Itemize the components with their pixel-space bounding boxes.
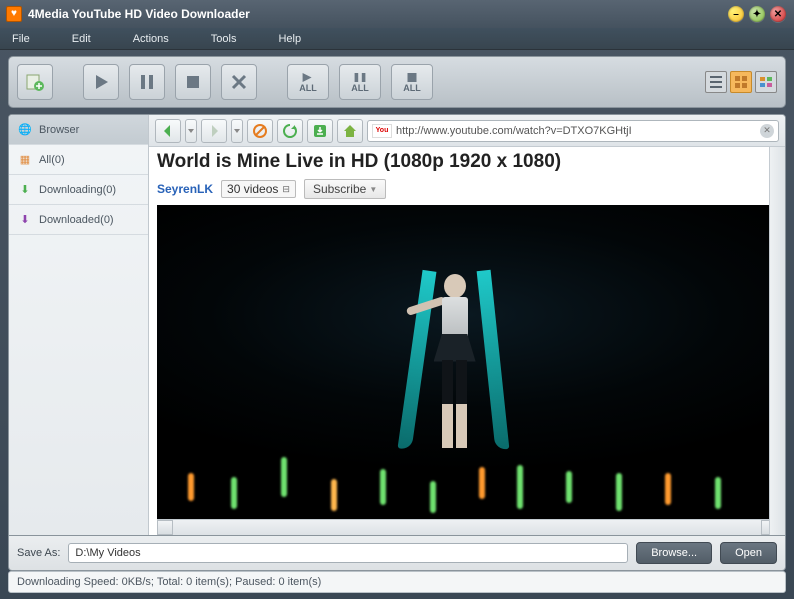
- sidebar-item-label: Downloading(0): [39, 184, 116, 196]
- browse-button[interactable]: Browse...: [636, 542, 712, 564]
- pause-all-label: ALL: [351, 83, 369, 93]
- vertical-scrollbar[interactable]: [769, 147, 785, 535]
- sidebar: 🌐 Browser ▦ All(0) ⬇ Downloading(0) ⬇ Do…: [9, 115, 149, 535]
- youtube-favicon-icon: You: [372, 124, 392, 138]
- url-input[interactable]: [396, 125, 756, 137]
- stop-all-label: ALL: [403, 83, 421, 93]
- minimize-button[interactable]: –: [728, 6, 744, 22]
- play-button[interactable]: [83, 64, 119, 100]
- horizontal-scrollbar[interactable]: [157, 519, 777, 535]
- url-clear-button[interactable]: ✕: [760, 124, 774, 138]
- view-grid-button[interactable]: [730, 71, 752, 93]
- maximize-button[interactable]: ✦: [749, 6, 765, 22]
- dropdown-caret-icon: ▼: [369, 185, 377, 194]
- new-task-button[interactable]: [17, 64, 53, 100]
- subscribe-button[interactable]: Subscribe▼: [304, 179, 386, 199]
- view-thumb-button[interactable]: [755, 71, 777, 93]
- sidebar-item-downloading[interactable]: ⬇ Downloading(0): [9, 175, 148, 205]
- chevron-down-icon: ⊟: [282, 184, 290, 195]
- nav-back-menu[interactable]: [185, 119, 197, 143]
- titlebar: 4Media YouTube HD Video Downloader – ✦ ✕: [0, 0, 794, 28]
- pause-button[interactable]: [129, 64, 165, 100]
- save-path-input[interactable]: [68, 543, 628, 563]
- subscribe-label: Subscribe: [313, 182, 366, 196]
- sidebar-item-label: Downloaded(0): [39, 214, 114, 226]
- sidebar-item-downloaded[interactable]: ⬇ Downloaded(0): [9, 205, 148, 235]
- menu-actions[interactable]: Actions: [133, 33, 169, 45]
- play-all-button[interactable]: ALL: [287, 64, 329, 100]
- nav-forward-button[interactable]: [201, 119, 227, 143]
- url-bar[interactable]: You ✕: [367, 120, 779, 142]
- nav-forward-menu[interactable]: [231, 119, 243, 143]
- document-icon: ▦: [17, 152, 33, 168]
- downloaded-icon: ⬇: [17, 212, 33, 228]
- toolbar: ALL ALL ALL: [8, 56, 786, 108]
- play-all-label: ALL: [299, 83, 317, 93]
- channel-link[interactable]: SeyrenLK: [157, 182, 213, 196]
- remove-button[interactable]: [221, 64, 257, 100]
- pause-all-button[interactable]: ALL: [339, 64, 381, 100]
- nav-refresh-button[interactable]: [277, 119, 303, 143]
- app-icon: [6, 6, 22, 22]
- video-title: World is Mine Live in HD (1080p 1920 x 1…: [157, 151, 777, 173]
- browser-nav-bar: You ✕: [149, 115, 785, 147]
- close-button[interactable]: ✕: [770, 6, 786, 22]
- menubar: File Edit Actions Tools Help: [0, 28, 794, 50]
- nav-stop-button[interactable]: [247, 119, 273, 143]
- save-row: Save As: Browse... Open: [9, 536, 785, 570]
- sidebar-item-label: Browser: [39, 124, 79, 136]
- browser-icon: 🌐: [17, 122, 33, 138]
- save-as-label: Save As:: [17, 547, 60, 559]
- status-text: Downloading Speed: 0KB/s; Total: 0 item(…: [17, 576, 321, 588]
- nav-home-button[interactable]: [337, 119, 363, 143]
- video-count-dropdown[interactable]: 30 videos ⊟: [221, 180, 296, 198]
- open-button[interactable]: Open: [720, 542, 777, 564]
- downloading-icon: ⬇: [17, 182, 33, 198]
- menu-help[interactable]: Help: [278, 33, 301, 45]
- view-list-button[interactable]: [705, 71, 727, 93]
- nav-download-button[interactable]: [307, 119, 333, 143]
- nav-back-button[interactable]: [155, 119, 181, 143]
- sidebar-item-label: All(0): [39, 154, 65, 166]
- video-count-label: 30 videos: [227, 182, 278, 196]
- video-frame: [157, 205, 777, 519]
- status-bar: Downloading Speed: 0KB/s; Total: 0 item(…: [8, 571, 786, 593]
- sidebar-item-browser[interactable]: 🌐 Browser: [9, 115, 148, 145]
- menu-file[interactable]: File: [12, 33, 30, 45]
- app-title: 4Media YouTube HD Video Downloader: [28, 7, 723, 21]
- menu-tools[interactable]: Tools: [211, 33, 237, 45]
- stop-all-button[interactable]: ALL: [391, 64, 433, 100]
- stop-button[interactable]: [175, 64, 211, 100]
- video-player[interactable]: [157, 205, 777, 519]
- sidebar-item-all[interactable]: ▦ All(0): [9, 145, 148, 175]
- menu-edit[interactable]: Edit: [72, 33, 91, 45]
- browser-page: World is Mine Live in HD (1080p 1920 x 1…: [149, 147, 785, 535]
